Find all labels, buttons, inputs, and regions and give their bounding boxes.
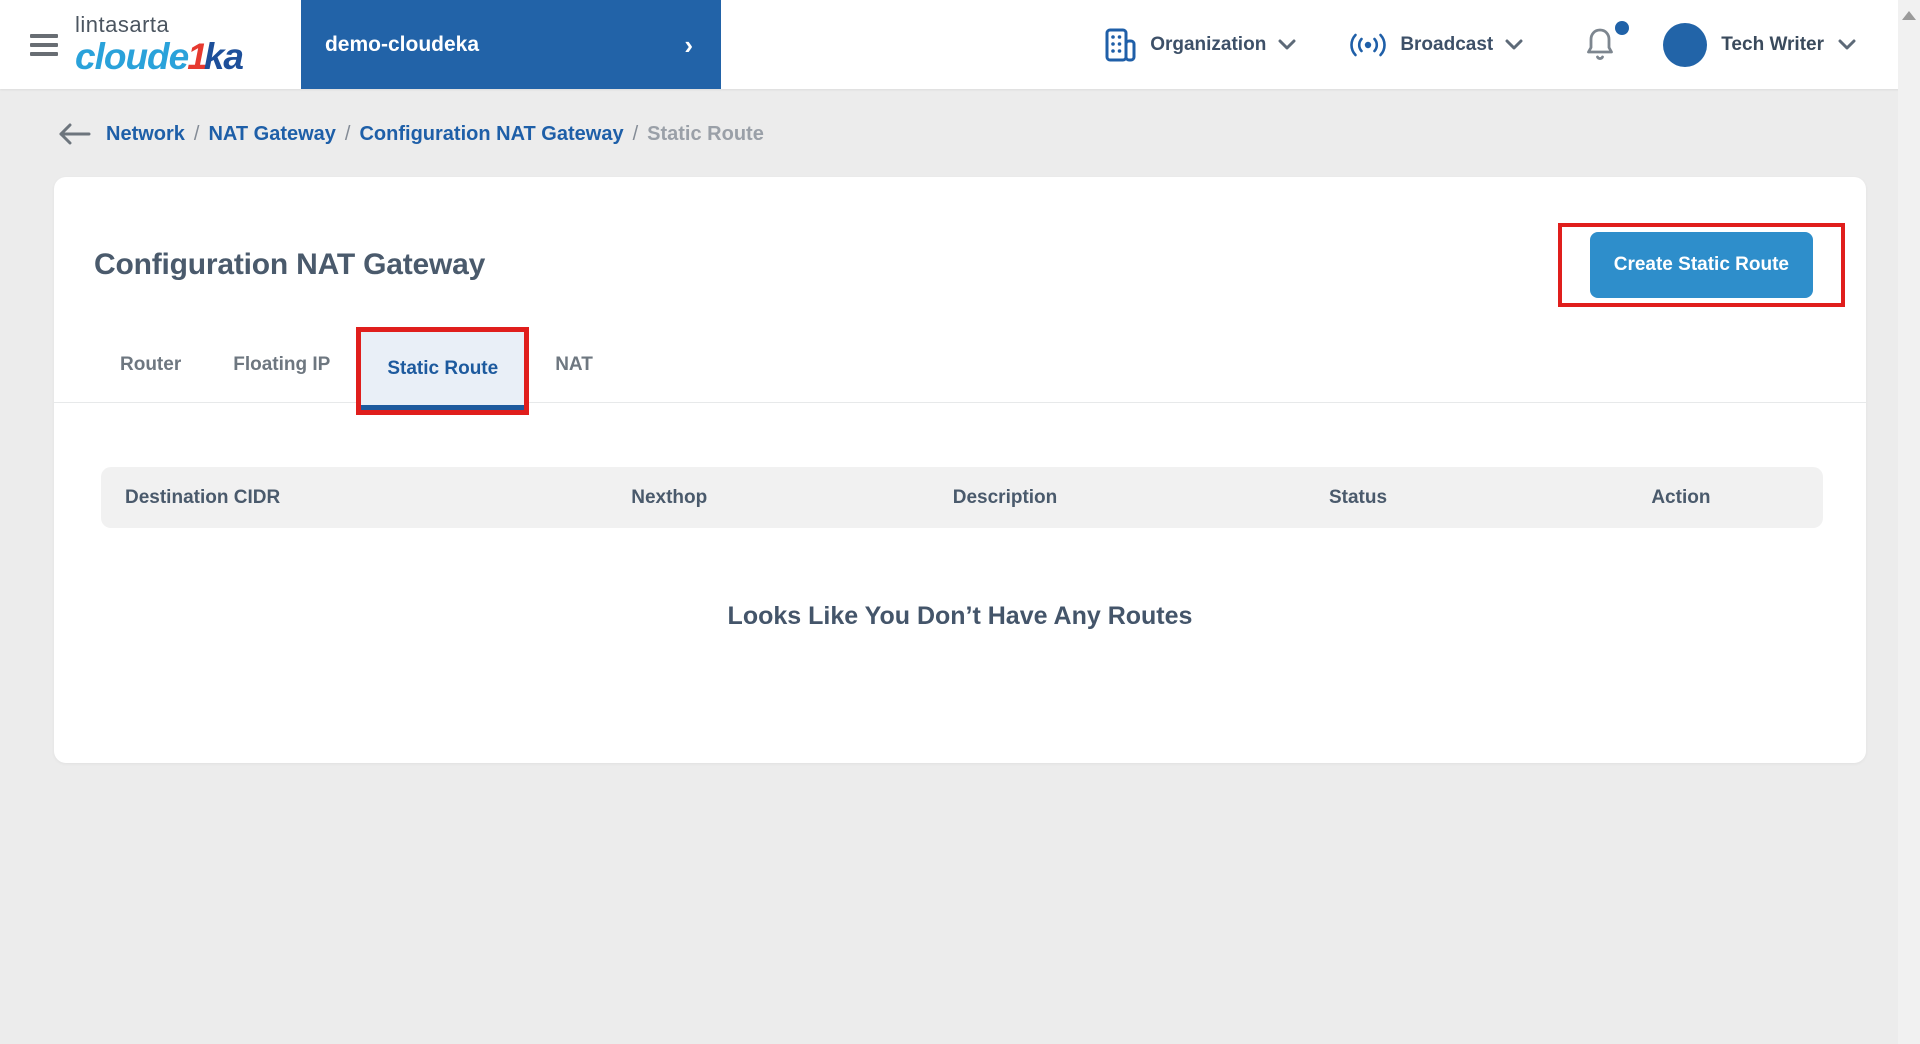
empty-state-message: Looks Like You Don’t Have Any Routes (727, 602, 1193, 630)
logo-part-cloud: cloude (75, 36, 189, 77)
organization-label: Organization (1150, 33, 1267, 55)
page-title: Configuration NAT Gateway (94, 248, 486, 281)
annotation-box-static-route-tab: Static Route (356, 327, 530, 415)
tab-static-route[interactable]: Static Route (361, 332, 525, 410)
create-static-route-button[interactable]: Create Static Route (1589, 232, 1813, 298)
breadcrumb-separator: / (193, 122, 200, 145)
chevron-down-icon (1278, 39, 1296, 50)
tab-router[interactable]: Router (94, 327, 207, 403)
breadcrumb-item-nat-gateway[interactable]: NAT Gateway (208, 123, 335, 146)
project-selector-button[interactable]: demo-cloudeka › (300, 0, 721, 89)
notification-badge (1615, 20, 1630, 35)
breadcrumb-item-network[interactable]: Network (106, 123, 185, 146)
column-nexthop: Nexthop (631, 486, 708, 508)
organization-menu[interactable]: Organization (1104, 27, 1296, 63)
avatar (1663, 22, 1708, 67)
building-icon (1104, 27, 1138, 63)
tab-nat[interactable]: NAT (529, 327, 619, 403)
chevron-right-icon: › (684, 29, 693, 60)
column-status: Status (1328, 486, 1388, 508)
column-description: Description (952, 486, 1058, 508)
breadcrumb-separator: / (632, 122, 639, 145)
annotation-box-create-button: Create Static Route (1557, 223, 1845, 307)
bell-icon (1583, 26, 1617, 64)
logo-part-ka: ka (203, 36, 244, 77)
broadcast-icon (1348, 32, 1388, 58)
page-scrollbar[interactable] (1898, 0, 1920, 1044)
chevron-down-icon (1505, 39, 1523, 50)
brand-logo[interactable]: lintasarta cloude1ka (75, 12, 244, 77)
routes-table-header: Destination CIDR Nexthop Description Sta… (101, 467, 1823, 528)
breadcrumb-item-configuration-nat-gateway[interactable]: Configuration NAT Gateway (359, 123, 623, 146)
hamburger-menu-icon[interactable] (30, 33, 58, 56)
chevron-down-icon (1838, 39, 1856, 50)
project-name: demo-cloudeka (324, 32, 480, 56)
brand-lintasarta-text: lintasarta (75, 12, 170, 37)
notifications-button[interactable] (1583, 20, 1630, 64)
tab-floating-ip[interactable]: Floating IP (207, 327, 356, 403)
column-destination-cidr: Destination CIDR (125, 486, 281, 508)
card-header-row: Configuration NAT Gateway Create Static … (54, 177, 1866, 307)
tabs: Router Floating IP Static Route NAT (54, 327, 1866, 415)
scrollbar-up-arrow-icon[interactable] (1902, 11, 1916, 20)
user-name: Tech Writer (1721, 33, 1824, 55)
configuration-card: Configuration NAT Gateway Create Static … (54, 177, 1866, 763)
breadcrumb-links: Network / NAT Gateway / Configuration NA… (106, 123, 764, 146)
breadcrumb-item-static-route: Static Route (647, 122, 764, 145)
column-action: Action (1651, 486, 1711, 508)
app-header: lintasarta cloude1ka demo-cloudeka › Org… (0, 0, 1920, 89)
user-menu[interactable]: Tech Writer (1663, 22, 1856, 67)
back-arrow-icon[interactable] (56, 121, 92, 147)
brand-cloudeka-text: cloude1ka (75, 36, 244, 77)
broadcast-label: Broadcast (1400, 33, 1494, 55)
broadcast-menu[interactable]: Broadcast (1348, 32, 1523, 58)
breadcrumb-separator: / (344, 122, 351, 145)
breadcrumb: Network / NAT Gateway / Configuration NA… (0, 89, 1920, 147)
